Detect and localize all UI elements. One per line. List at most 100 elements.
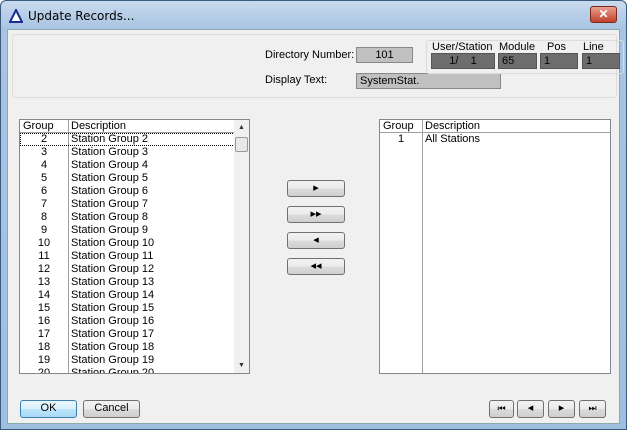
group-description: Station Group 5	[71, 172, 149, 184]
line-field: 1	[582, 53, 620, 69]
group-number: 19	[37, 354, 51, 366]
group-number: 8	[40, 211, 48, 223]
group-number: 12	[37, 263, 51, 275]
list-item[interactable]: 16 Station Group 16	[20, 315, 235, 328]
group-column-header[interactable]: Group	[380, 120, 422, 132]
group-number: 9	[40, 224, 48, 236]
group-description: Station Group 13	[71, 276, 155, 288]
group-description: Station Group 14	[71, 289, 155, 301]
description-column-header[interactable]: Description	[422, 120, 480, 132]
group-number: 10	[37, 237, 51, 249]
list-item[interactable]: 4 Station Group 4	[20, 159, 235, 172]
group-description: Station Group 11	[71, 250, 154, 262]
group-description: Station Group 17	[71, 328, 155, 340]
available-groups-list[interactable]: Group Description 2 Station Group 2 3 Stati…	[19, 119, 250, 374]
list-header: Group Description	[380, 120, 610, 133]
group-description: Station Group 6	[71, 185, 149, 197]
line-header: Line	[583, 41, 604, 53]
module-field: 65	[498, 53, 537, 69]
scroll-thumb[interactable]	[235, 137, 248, 152]
list-item[interactable]: 15 Station Group 15	[20, 302, 235, 315]
list-item[interactable]: 10 Station Group 10	[20, 237, 235, 250]
previous-record-button[interactable]: ◂	[517, 400, 544, 418]
selected-groups-list[interactable]: Group Description 1 All Stations	[379, 119, 611, 374]
group-number: 11	[38, 250, 50, 262]
list-item[interactable]: 17 Station Group 17	[20, 328, 235, 341]
cancel-button[interactable]: Cancel	[83, 400, 140, 418]
list-item[interactable]: 20 Station Group 20	[20, 367, 235, 374]
list-header: Group Description	[20, 120, 249, 133]
list-item[interactable]: 8 Station Group 8	[20, 211, 235, 224]
user-station-header: User/Station	[432, 41, 493, 53]
add-all-button[interactable]: ▸▸	[287, 206, 345, 223]
scroll-up-icon[interactable]: ▲	[238, 124, 245, 131]
group-column-header[interactable]: Group	[20, 120, 68, 132]
group-description: Station Group 10	[71, 237, 155, 249]
group-number: 16	[37, 315, 51, 327]
group-number: 3	[40, 146, 48, 158]
station-info-group: User/Station Module Pos Line 1/ 1 65 1 1	[426, 40, 624, 74]
group-number: 4	[40, 159, 48, 171]
scroll-down-icon[interactable]: ▼	[238, 362, 245, 369]
vertical-scrollbar[interactable]: ▲ ▼	[234, 120, 249, 373]
list-item[interactable]: 7 Station Group 7	[20, 198, 235, 211]
group-description: Station Group 2	[71, 133, 149, 145]
display-text-field: SystemStat.	[356, 73, 501, 89]
dialog-body: Directory Number: 101 Display Text: Syst…	[7, 29, 624, 424]
module-header: Module	[499, 41, 536, 53]
list-item[interactable]: 19 Station Group 19	[20, 354, 235, 367]
group-description: Station Group 15	[71, 302, 155, 314]
display-text-label: Display Text:	[265, 74, 328, 86]
directory-number-label: Directory Number:	[265, 49, 355, 61]
group-description: Station Group 7	[71, 198, 149, 210]
list-item[interactable]: 5 Station Group 5	[20, 172, 235, 185]
list-item[interactable]: 11 Station Group 11	[20, 250, 235, 263]
pos-header: Pos	[547, 41, 566, 53]
group-number: 14	[37, 289, 51, 301]
last-record-button[interactable]: ⏭	[579, 400, 606, 418]
group-description: Station Group 18	[71, 341, 155, 353]
close-button[interactable]: ✕	[590, 6, 617, 23]
group-description: Station Group 12	[71, 263, 155, 275]
group-description: Station Group 3	[71, 146, 149, 158]
group-description: Station Group 19	[71, 354, 155, 366]
remove-all-button[interactable]: ◂◂	[287, 258, 345, 275]
group-number: 5	[40, 172, 48, 184]
pos-field: 1	[540, 53, 578, 69]
record-info-panel: Directory Number: 101 Display Text: Syst…	[12, 34, 624, 98]
list-item[interactable]: 12 Station Group 12	[20, 263, 235, 276]
group-number: 6	[40, 185, 48, 197]
group-number: 7	[40, 198, 48, 210]
list-item[interactable]: 14 Station Group 14	[20, 289, 235, 302]
title-bar: Update Records...	[9, 6, 134, 26]
group-description: Station Group 20	[71, 367, 155, 374]
ok-button[interactable]: OK	[20, 400, 77, 418]
next-record-button[interactable]: ▸	[548, 400, 575, 418]
list-item[interactable]: 18 Station Group 18	[20, 341, 235, 354]
group-description: Station Group 8	[71, 211, 149, 223]
group-number: 2	[40, 133, 48, 145]
group-description: Station Group 9	[71, 224, 149, 236]
first-record-button[interactable]: ⏮	[489, 400, 514, 418]
list-item[interactable]: 6 Station Group 6	[20, 185, 235, 198]
remove-button[interactable]: ◂	[287, 232, 345, 249]
group-description: Station Group 16	[71, 315, 155, 327]
app-triangle-icon	[9, 9, 23, 23]
list-item[interactable]: 13 Station Group 13	[20, 276, 235, 289]
add-button[interactable]: ▸	[287, 180, 345, 197]
group-number: 20	[37, 367, 51, 374]
window-title: Update Records...	[28, 9, 135, 23]
group-number: 17	[37, 328, 51, 340]
directory-number-field: 101	[356, 47, 413, 63]
list-item[interactable]: 1 All Stations	[380, 133, 480, 146]
user-station-field: 1/ 1	[431, 53, 495, 69]
group-number: 13	[37, 276, 51, 288]
group-number: 18	[37, 341, 51, 353]
list-item[interactable]: 3 Station Group 3	[20, 146, 235, 159]
dialog-window: Update Records... ✕ Directory Number: 10…	[0, 0, 627, 430]
list-item[interactable]: 2 Station Group 2	[20, 133, 235, 146]
list-item[interactable]: 9 Station Group 9	[20, 224, 235, 237]
group-number: 15	[37, 302, 51, 314]
group-description: Station Group 4	[71, 159, 149, 171]
description-column-header[interactable]: Description	[68, 120, 126, 132]
